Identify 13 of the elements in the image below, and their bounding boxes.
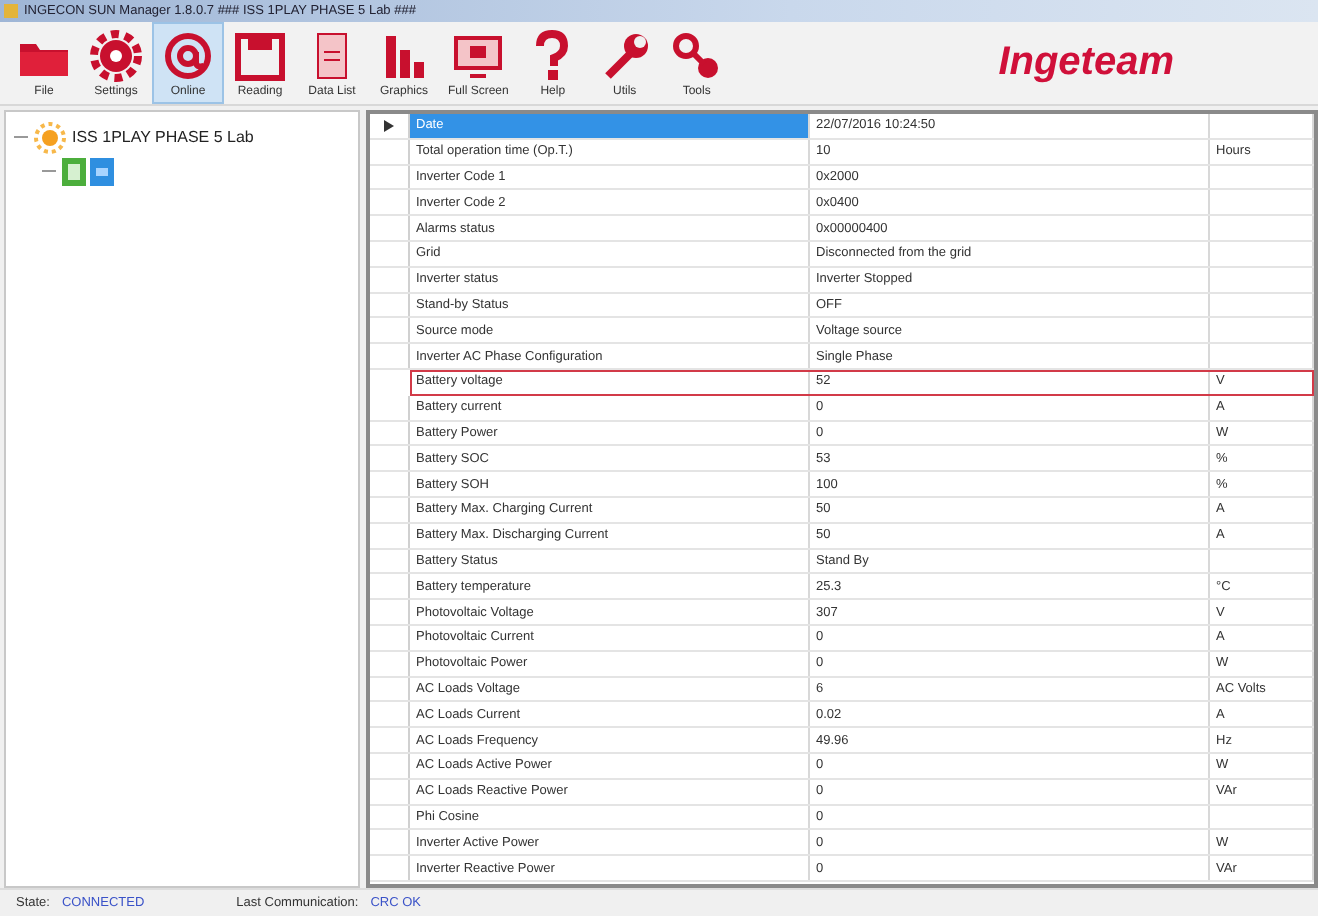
minus-icon — [14, 130, 28, 144]
floppy-icon — [232, 28, 288, 84]
tree-item[interactable]: ISS 1PLAY PHASE 5 Lab — [72, 128, 254, 146]
device-icon — [62, 155, 114, 187]
collapse-icon[interactable] — [42, 164, 56, 178]
current-row-icon — [384, 119, 394, 132]
app-icon — [4, 4, 18, 18]
at-sign-icon — [160, 28, 216, 84]
minus-icon — [42, 164, 56, 178]
sun-icon — [34, 121, 66, 153]
settings-icon — [88, 28, 144, 84]
collapse-icon[interactable] — [14, 130, 28, 144]
logo: Ingeteam — [998, 40, 1174, 86]
